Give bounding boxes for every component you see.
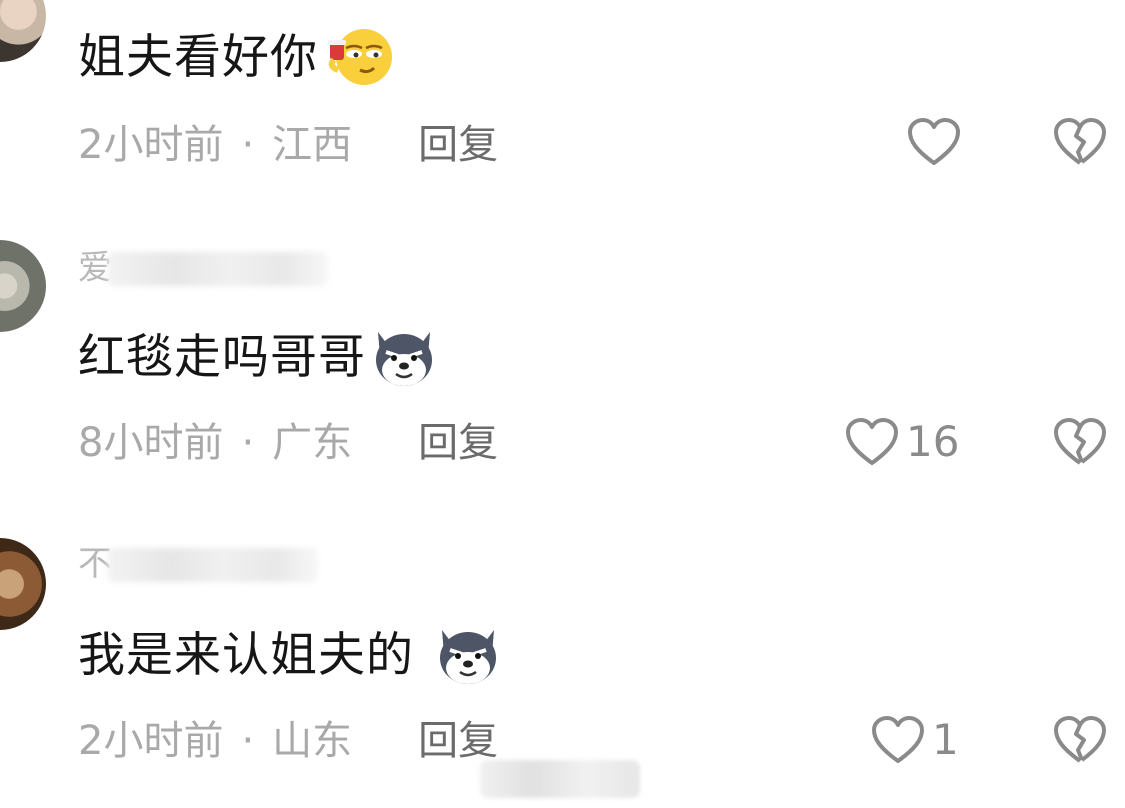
dislike-button[interactable] xyxy=(1052,714,1108,770)
comment-time: 8小时前 xyxy=(78,420,224,466)
separator: · xyxy=(241,718,255,764)
heart-icon xyxy=(872,716,924,763)
comment-time: 2小时前 xyxy=(78,718,224,764)
reply-button[interactable]: 回复 xyxy=(418,120,498,170)
broken-heart-icon xyxy=(1054,418,1106,465)
like-count: 16 xyxy=(906,417,960,466)
avatar[interactable] xyxy=(0,538,46,630)
broken-heart-icon xyxy=(1054,716,1106,763)
broken-heart-icon xyxy=(1054,118,1106,165)
heart-icon xyxy=(846,418,898,465)
comment-meta: 8小时前 · 广东 回复 xyxy=(78,418,498,468)
comment-location: 山东 xyxy=(272,718,353,764)
username[interactable]: 爱 xyxy=(78,246,112,290)
reply-button[interactable]: 回复 xyxy=(418,418,498,468)
username[interactable]: 不 xyxy=(78,542,112,586)
blurred-watermark xyxy=(480,760,640,798)
like-button[interactable]: 16 xyxy=(844,416,959,468)
comment-meta: 2小时前 · 山东 回复 xyxy=(78,716,498,766)
separator: · xyxy=(241,122,255,168)
avatar[interactable] xyxy=(0,240,46,332)
comment-text: 红毯走吗哥哥 xyxy=(78,330,366,385)
husky-dog-emoji-icon xyxy=(368,322,440,394)
dislike-button[interactable] xyxy=(1052,116,1108,172)
comment-location: 广东 xyxy=(272,420,353,466)
avatar[interactable] xyxy=(0,0,46,62)
separator: · xyxy=(241,420,255,466)
reply-button[interactable]: 回复 xyxy=(418,716,498,766)
comment-text: 姐夫看好你 xyxy=(78,30,318,85)
comment-meta: 2小时前 · 江西 回复 xyxy=(78,120,498,170)
comment-text: 我是来认姐夫的 xyxy=(78,628,414,683)
husky-dog-emoji-icon xyxy=(432,620,504,692)
dislike-button[interactable] xyxy=(1052,416,1108,472)
blurred-username-mask xyxy=(108,548,318,582)
like-count: 1 xyxy=(932,715,959,764)
like-button[interactable]: 1 xyxy=(870,714,959,766)
comment-location: 江西 xyxy=(272,122,353,168)
drinking-smirk-emoji-icon xyxy=(320,24,396,92)
comment-time: 2小时前 xyxy=(78,122,224,168)
like-button[interactable] xyxy=(906,116,968,168)
heart-icon xyxy=(908,118,960,165)
blurred-username-mask xyxy=(108,252,328,286)
